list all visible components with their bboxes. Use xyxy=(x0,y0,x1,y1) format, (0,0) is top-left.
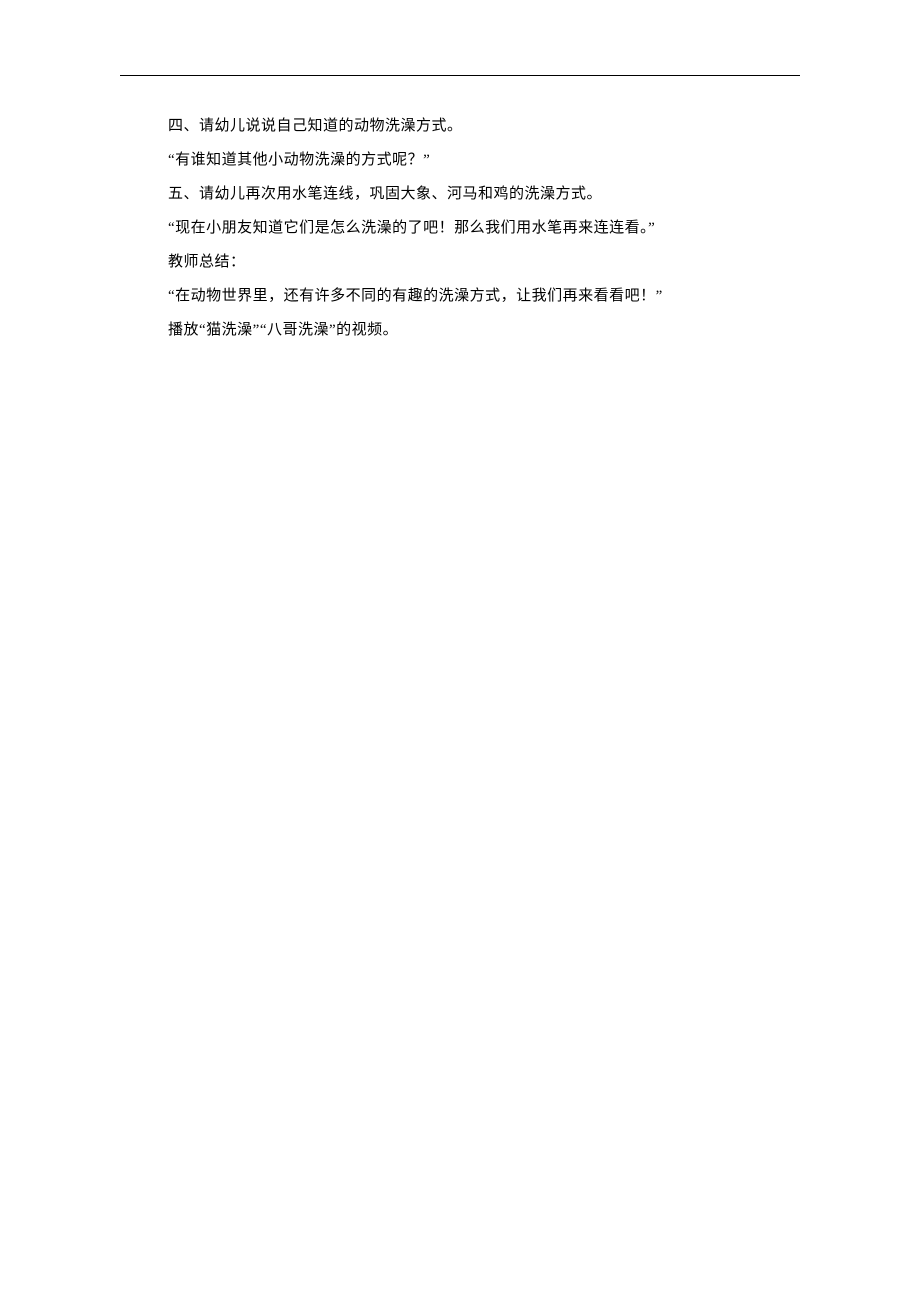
document-content: 四、请幼儿说说自己知道的动物洗澡方式。 “有谁知道其他小动物洗澡的方式呢？” 五… xyxy=(120,114,800,342)
text-line: 教师总结： xyxy=(168,250,800,274)
text-line: 播放“猫洗澡”“八哥洗澡”的视频。 xyxy=(168,318,800,342)
text-line: 五、请幼儿再次用水笔连线，巩固大象、河马和鸡的洗澡方式。 xyxy=(168,182,800,206)
page-container: 四、请幼儿说说自己知道的动物洗澡方式。 “有谁知道其他小动物洗澡的方式呢？” 五… xyxy=(0,0,920,342)
text-line: 四、请幼儿说说自己知道的动物洗澡方式。 xyxy=(168,114,800,138)
horizontal-rule xyxy=(120,75,800,76)
text-line: “现在小朋友知道它们是怎么洗澡的了吧！那么我们用水笔再来连连看。” xyxy=(168,216,800,240)
text-line: “有谁知道其他小动物洗澡的方式呢？” xyxy=(168,148,800,172)
text-line: “在动物世界里，还有许多不同的有趣的洗澡方式，让我们再来看看吧！” xyxy=(168,284,800,308)
